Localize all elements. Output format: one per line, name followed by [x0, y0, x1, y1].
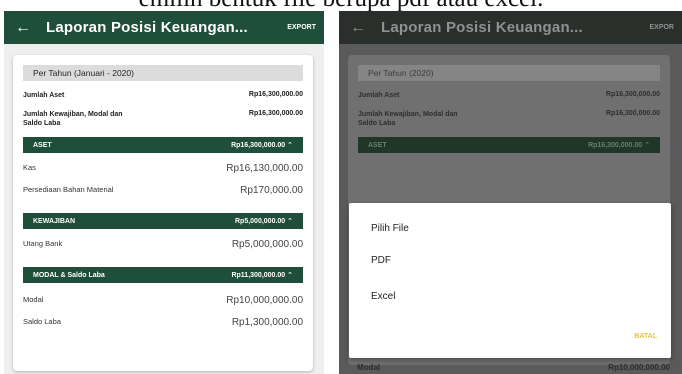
- list-item: Kas Rp16,130,000.00: [23, 163, 303, 174]
- section-header-kewajiban[interactable]: KEWAJIBAN Rp5,000,000.00: [23, 213, 303, 229]
- report-card: Per Tahun (Januari - 2020) Jumlah Aset R…: [13, 55, 313, 371]
- period-selector[interactable]: Per Tahun (Januari - 2020): [23, 65, 303, 81]
- list-item: Modal Rp10,000,000.00: [357, 363, 670, 372]
- summary-value: Rp16,300,000.00: [248, 110, 303, 117]
- report-screen: ← Laporan Posisi Keuangan... EXPORT Per …: [4, 11, 324, 374]
- item-label: Kas: [23, 163, 36, 172]
- item-value: Rp16,130,000.00: [226, 163, 303, 174]
- export-button[interactable]: EXPOR: [643, 24, 682, 31]
- item-label: Modal: [357, 363, 381, 372]
- list-item: Utang Bank Rp5,000,000.00: [23, 239, 303, 250]
- list-item: Modal Rp10,000,000.00: [23, 295, 303, 306]
- section-header-aset[interactable]: ASET Rp16,300,000.00: [23, 137, 303, 153]
- page-title: Laporan Posisi Keuangan...: [46, 19, 248, 36]
- export-option-excel[interactable]: Excel: [371, 291, 395, 302]
- app-bar: ← Laporan Posisi Keuangan... EXPORT: [4, 11, 324, 44]
- section-label: KEWAJIBAN: [33, 217, 76, 225]
- item-value: Rp170,000.00: [240, 185, 303, 196]
- item-label: Modal: [23, 295, 44, 304]
- summary-row: Jumlah Aset Rp16,300,000.00: [358, 91, 660, 100]
- summary-value: Rp16,300,000.00: [605, 91, 660, 98]
- section-label: MODAL & Saldo Laba: [33, 271, 105, 279]
- summary-label: Jumlah Aset: [23, 92, 65, 99]
- summary-row: Jumlah Kewajiban, Modal dan Saldo Laba R…: [358, 110, 660, 128]
- section-header-aset[interactable]: ASET Rp16,300,000.00: [358, 137, 660, 153]
- list-item: Saldo Laba Rp1,300,000.00: [23, 317, 303, 328]
- export-button[interactable]: EXPORT: [281, 24, 324, 31]
- item-label: Saldo Laba: [23, 317, 61, 326]
- section-label: ASET: [33, 141, 52, 149]
- section-amount: Rp11,300,000.00: [231, 271, 293, 279]
- section-amount: Rp5,000,000.00: [235, 217, 293, 225]
- arrow-left-icon[interactable]: ←: [339, 19, 377, 37]
- section-header-modal[interactable]: MODAL & Saldo Laba Rp11,300,000.00: [23, 267, 303, 283]
- summary-label: Jumlah Aset: [358, 92, 400, 99]
- document-caption: emilih bentuk file berupa pdf atau excel…: [0, 0, 682, 11]
- summary-label: Jumlah Kewajiban, Modal dan Saldo Laba: [23, 111, 123, 127]
- period-selector[interactable]: Per Tahun (2020): [358, 65, 660, 81]
- dialog-title: Pilih File: [371, 223, 409, 234]
- section-amount: Rp16,300,000.00: [231, 141, 293, 149]
- summary-value: Rp16,300,000.00: [248, 91, 303, 98]
- export-file-dialog: Pilih File PDF Excel BATAL: [349, 203, 671, 358]
- export-option-pdf[interactable]: PDF: [371, 255, 391, 266]
- summary-row: Jumlah Aset Rp16,300,000.00: [23, 91, 303, 100]
- item-label: Utang Bank: [23, 239, 63, 248]
- section-label: ASET: [368, 141, 387, 149]
- app-bar: ← Laporan Posisi Keuangan... EXPOR: [339, 11, 682, 44]
- section-amount: Rp16,300,000.00: [588, 141, 650, 149]
- item-label: Persediaan Bahan Material: [23, 185, 114, 194]
- item-value: Rp10,000,000.00: [608, 363, 670, 372]
- item-value: Rp5,000,000.00: [231, 239, 303, 250]
- summary-label: Jumlah Kewajiban, Modal dan Saldo Laba: [358, 111, 458, 127]
- cancel-button[interactable]: BATAL: [634, 333, 657, 340]
- item-value: Rp10,000,000.00: [226, 295, 303, 306]
- list-item: Persediaan Bahan Material Rp170,000.00: [23, 185, 303, 196]
- page-title: Laporan Posisi Keuangan...: [381, 19, 583, 36]
- summary-value: Rp16,300,000.00: [605, 110, 660, 117]
- report-screen-export-dialog: ← Laporan Posisi Keuangan... EXPOR Per T…: [339, 11, 682, 374]
- arrow-left-icon[interactable]: ←: [4, 19, 42, 37]
- item-value: Rp1,300,000.00: [231, 317, 303, 328]
- summary-row: Jumlah Kewajiban, Modal dan Saldo Laba R…: [23, 110, 303, 128]
